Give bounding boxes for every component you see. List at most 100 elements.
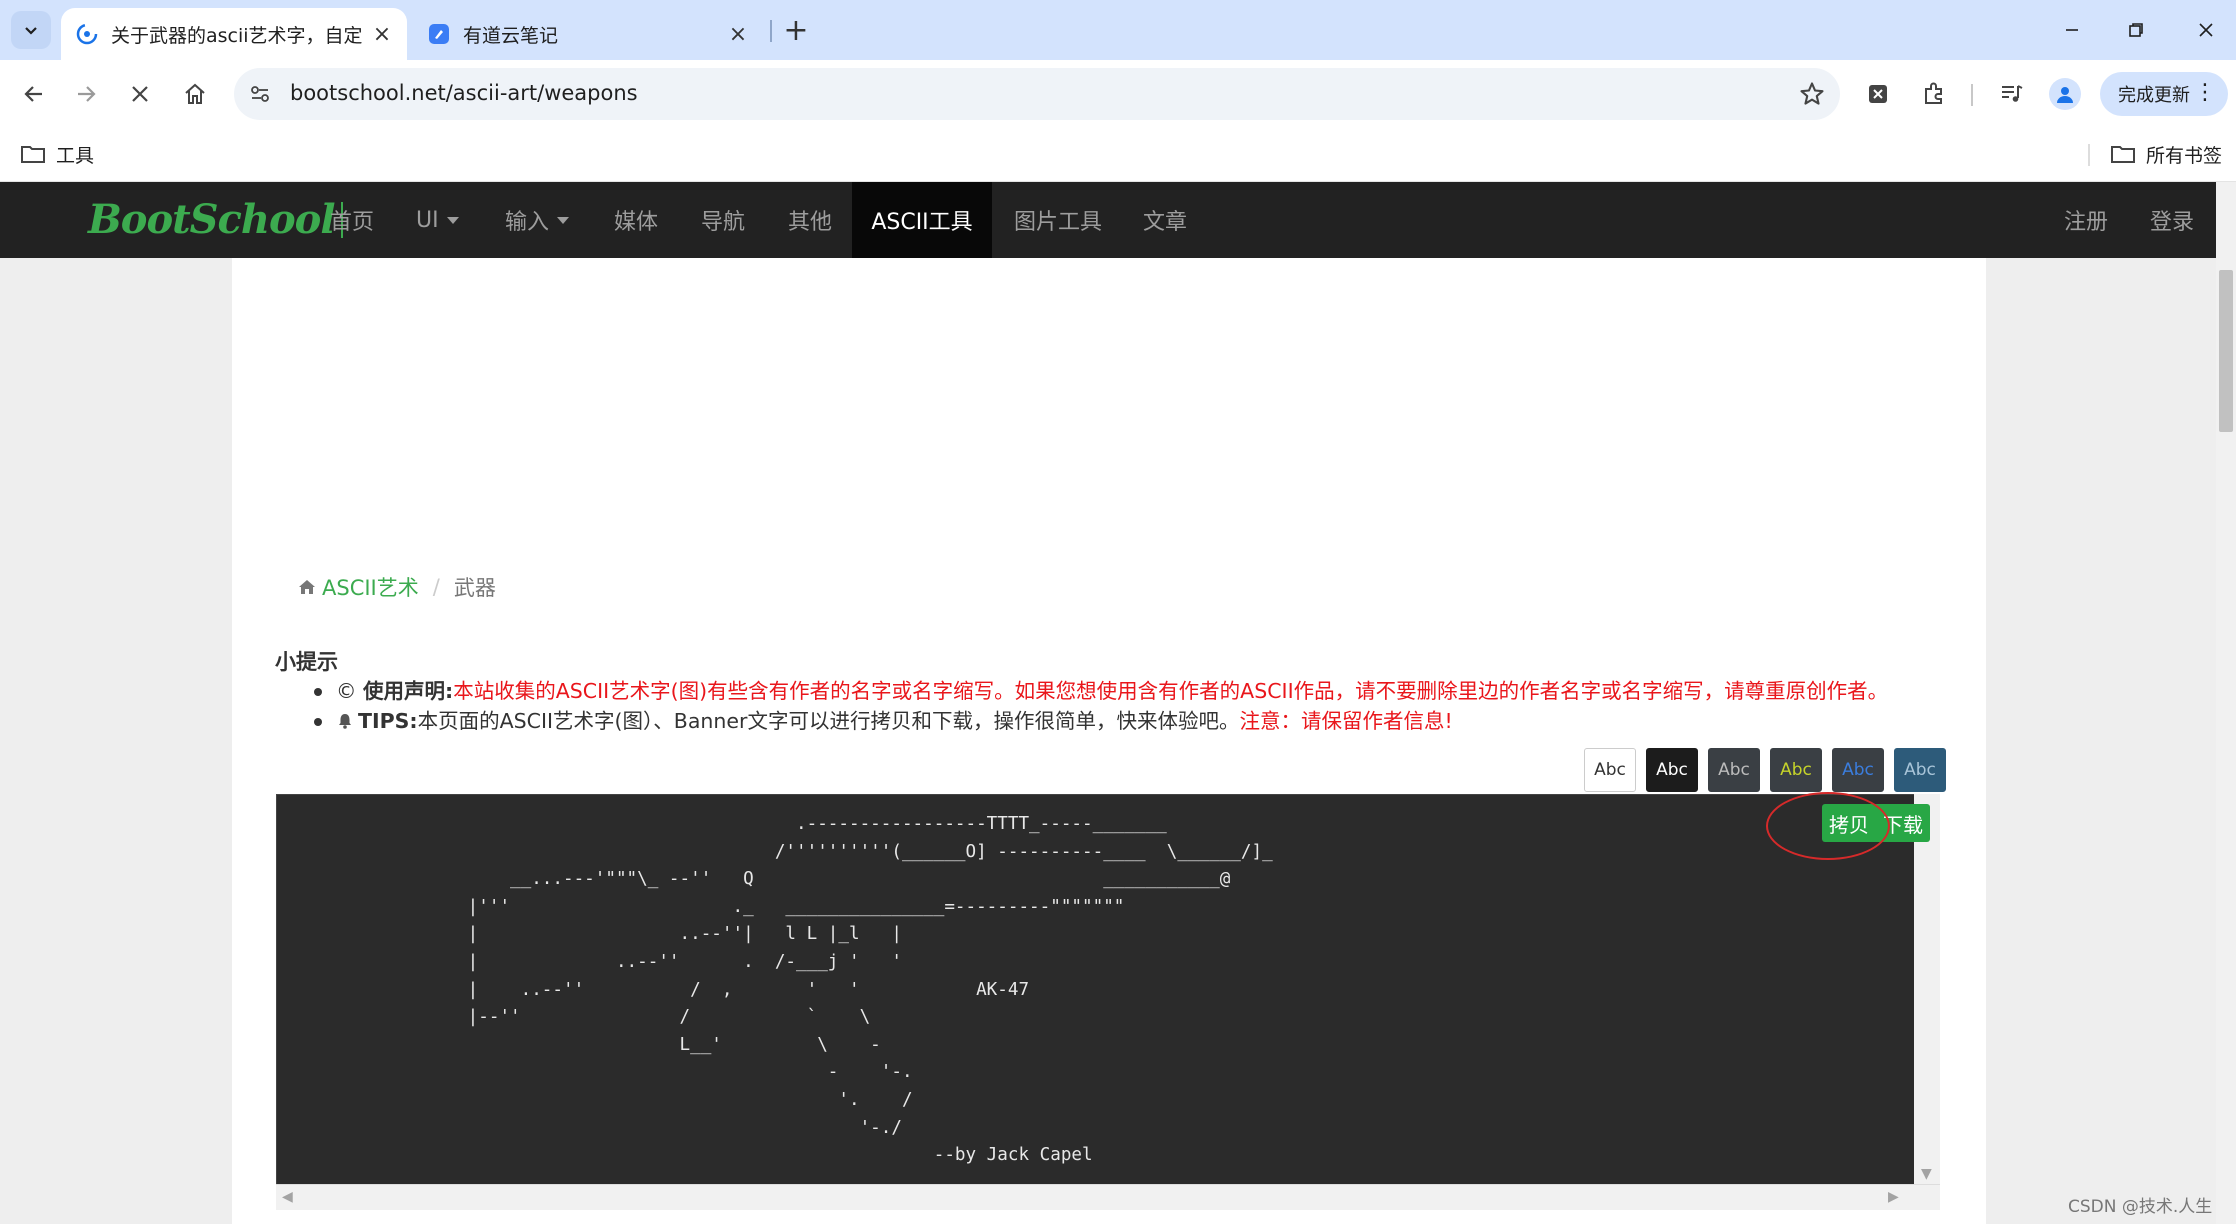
- code-horizontal-scrollbar[interactable]: ◀ ▶: [276, 1184, 1940, 1210]
- scroll-down-icon[interactable]: ▼: [1921, 1166, 1932, 1182]
- nav-label: UI: [416, 207, 439, 233]
- theme-button[interactable]: Abc: [1894, 748, 1946, 792]
- nav-media[interactable]: 媒体: [592, 182, 680, 258]
- nav-ascii-tools[interactable]: ASCII工具: [852, 182, 992, 258]
- nav-input[interactable]: 输入: [483, 182, 591, 258]
- tips-title: 小提示: [275, 650, 338, 674]
- close-window-icon[interactable]: [2184, 10, 2228, 50]
- breadcrumb-home[interactable]: ASCII艺术: [298, 572, 419, 602]
- tab-active[interactable]: 关于武器的ascii艺术字，自定义 ×: [61, 8, 407, 60]
- bookmarks-bar: 工具 所有书签: [0, 128, 2236, 182]
- profile-avatar-icon[interactable]: [2049, 78, 2081, 110]
- theme-selector: Abc Abc Abc Abc Abc Abc: [1584, 748, 1946, 792]
- nav-ui[interactable]: UI: [394, 182, 481, 258]
- page-scrollbar[interactable]: [2216, 182, 2236, 1224]
- browser-tab-strip: 关于武器的ascii艺术字，自定义 × 有道云笔记 × +: [0, 0, 2236, 60]
- tip-warning: 注意：请保留作者信息!: [1239, 709, 1453, 733]
- theme-button[interactable]: Abc: [1832, 748, 1884, 792]
- all-bookmarks[interactable]: 所有书签: [2110, 138, 2222, 170]
- tab-separator: [770, 20, 772, 42]
- restore-icon[interactable]: [2114, 10, 2158, 50]
- ascii-art-text: .-----------------TTTT_-----_______ /'''…: [467, 814, 1273, 1166]
- excel-extension-icon[interactable]: [1862, 78, 1894, 110]
- nav-home[interactable]: 首页: [308, 182, 396, 258]
- nav-label: 图片工具: [1014, 210, 1103, 235]
- scroll-left-icon[interactable]: ◀: [282, 1189, 293, 1205]
- breadcrumb: ASCII艺术 / 武器: [298, 572, 496, 602]
- home-icon[interactable]: [175, 74, 215, 114]
- browser-toolbar: bootschool.net/ascii-art/weapons 完成更新 ⋮: [0, 60, 2236, 128]
- breadcrumb-divider: /: [432, 575, 440, 599]
- stop-loading-icon[interactable]: [120, 74, 160, 114]
- nav-image-tools[interactable]: 图片工具: [992, 182, 1124, 258]
- scroll-right-icon[interactable]: ▶: [1888, 1189, 1899, 1205]
- more-menu-icon[interactable]: ⋮: [2194, 82, 2216, 104]
- tab-title: 有道云笔记: [463, 24, 559, 47]
- tip-text: 本页面的ASCII艺术字(图）、Banner文字可以进行拷贝和下载，操作很简单，…: [417, 709, 1240, 733]
- nav-label: 其他: [788, 210, 833, 235]
- loading-favicon-icon: [76, 23, 98, 45]
- copyright-icon: ©: [336, 679, 364, 703]
- nav-label: 登录: [2150, 210, 2195, 235]
- code-vertical-scrollbar[interactable]: ▼: [1914, 794, 1940, 1184]
- nav-label: 媒体: [614, 210, 659, 235]
- caret-down-icon: [557, 216, 570, 224]
- tip-text: 本站收集的ASCII艺术字(图)有些含有作者的名字或名字缩写。如果您想使用含有作…: [453, 679, 1889, 703]
- site-navbar: BootSchool 首页 UI 输入 媒体 导航 其他 ASCII工具 图片工…: [0, 182, 2216, 258]
- bell-icon: [339, 714, 351, 729]
- bookmarks-separator: [2088, 144, 2090, 166]
- tab-title: 关于武器的ascii艺术字，自定义: [111, 24, 363, 47]
- all-bookmarks-label: 所有书签: [2146, 144, 2223, 167]
- nav-label: 注册: [2064, 210, 2109, 235]
- nav-label: 文章: [1143, 210, 1188, 235]
- tip-label: 使用声明:: [363, 679, 454, 703]
- tab-youdao[interactable]: 有道云笔记 ×: [413, 8, 763, 60]
- theme-button[interactable]: Abc: [1770, 748, 1822, 792]
- url-text: bootschool.net/ascii-art/weapons: [290, 81, 638, 105]
- update-label: 完成更新: [2118, 85, 2190, 106]
- nav-label: 输入: [505, 210, 550, 235]
- site-info-icon[interactable]: [246, 80, 274, 108]
- nav-articles[interactable]: 文章: [1121, 182, 1209, 258]
- nav-navigation[interactable]: 导航: [679, 182, 767, 258]
- forward-arrow-icon[interactable]: [66, 74, 106, 114]
- bookmark-star-icon[interactable]: [1798, 80, 1826, 108]
- list-item: © 使用声明: 本站收集的ASCII艺术字(图)有些含有作者的名字或名字缩写。如…: [310, 676, 1888, 706]
- theme-button[interactable]: Abc: [1646, 748, 1698, 792]
- bookmark-label: 工具: [56, 144, 95, 167]
- tab-search-button[interactable]: [11, 11, 51, 49]
- scrollbar-thumb[interactable]: [2219, 270, 2233, 432]
- caret-down-icon: [446, 216, 459, 224]
- ascii-art-display[interactable]: .-----------------TTTT_-----_______ /'''…: [276, 794, 1940, 1210]
- new-tab-plus-icon[interactable]: +: [780, 13, 812, 48]
- nav-label: ASCII工具: [871, 210, 973, 235]
- youdao-note-icon: [429, 24, 449, 44]
- tab-close-icon[interactable]: ×: [727, 22, 749, 47]
- minimize-icon[interactable]: [2050, 10, 2094, 50]
- tip-label: TIPS:: [358, 709, 418, 733]
- watermark: CSDN @技术.人生: [2068, 1197, 2213, 1217]
- nav-login[interactable]: 登录: [2128, 182, 2216, 258]
- nav-register[interactable]: 注册: [2042, 182, 2130, 258]
- theme-button[interactable]: Abc: [1708, 748, 1760, 792]
- update-button[interactable]: 完成更新 ⋮: [2100, 72, 2228, 116]
- address-bar[interactable]: bootschool.net/ascii-art/weapons: [234, 68, 1840, 120]
- list-item: TIPS: 本页面的ASCII艺术字(图）、Banner文字可以进行拷贝和下载，…: [310, 706, 1888, 736]
- chevron-down-icon: [25, 27, 37, 35]
- nav-other[interactable]: 其他: [766, 182, 854, 258]
- nav-label: 导航: [701, 210, 746, 235]
- bookmark-folder-tools[interactable]: 工具: [20, 138, 94, 170]
- toolbar-separator: [1971, 84, 1973, 106]
- breadcrumb-current: 武器: [453, 576, 496, 600]
- site-logo[interactable]: BootSchool: [88, 196, 343, 243]
- breadcrumb-home-label: ASCII艺术: [322, 576, 419, 600]
- folder-icon: [21, 146, 45, 163]
- back-arrow-icon[interactable]: [14, 74, 54, 114]
- tips-list: © 使用声明: 本站收集的ASCII艺术字(图)有些含有作者的名字或名字缩写。如…: [310, 676, 1888, 736]
- extensions-puzzle-icon[interactable]: [1918, 78, 1950, 110]
- home-icon: [299, 580, 315, 594]
- tab-close-icon[interactable]: ×: [371, 22, 393, 47]
- theme-button[interactable]: Abc: [1584, 748, 1636, 792]
- annotation-red-circle: [1766, 792, 1890, 860]
- media-controls-icon[interactable]: [1996, 78, 2028, 110]
